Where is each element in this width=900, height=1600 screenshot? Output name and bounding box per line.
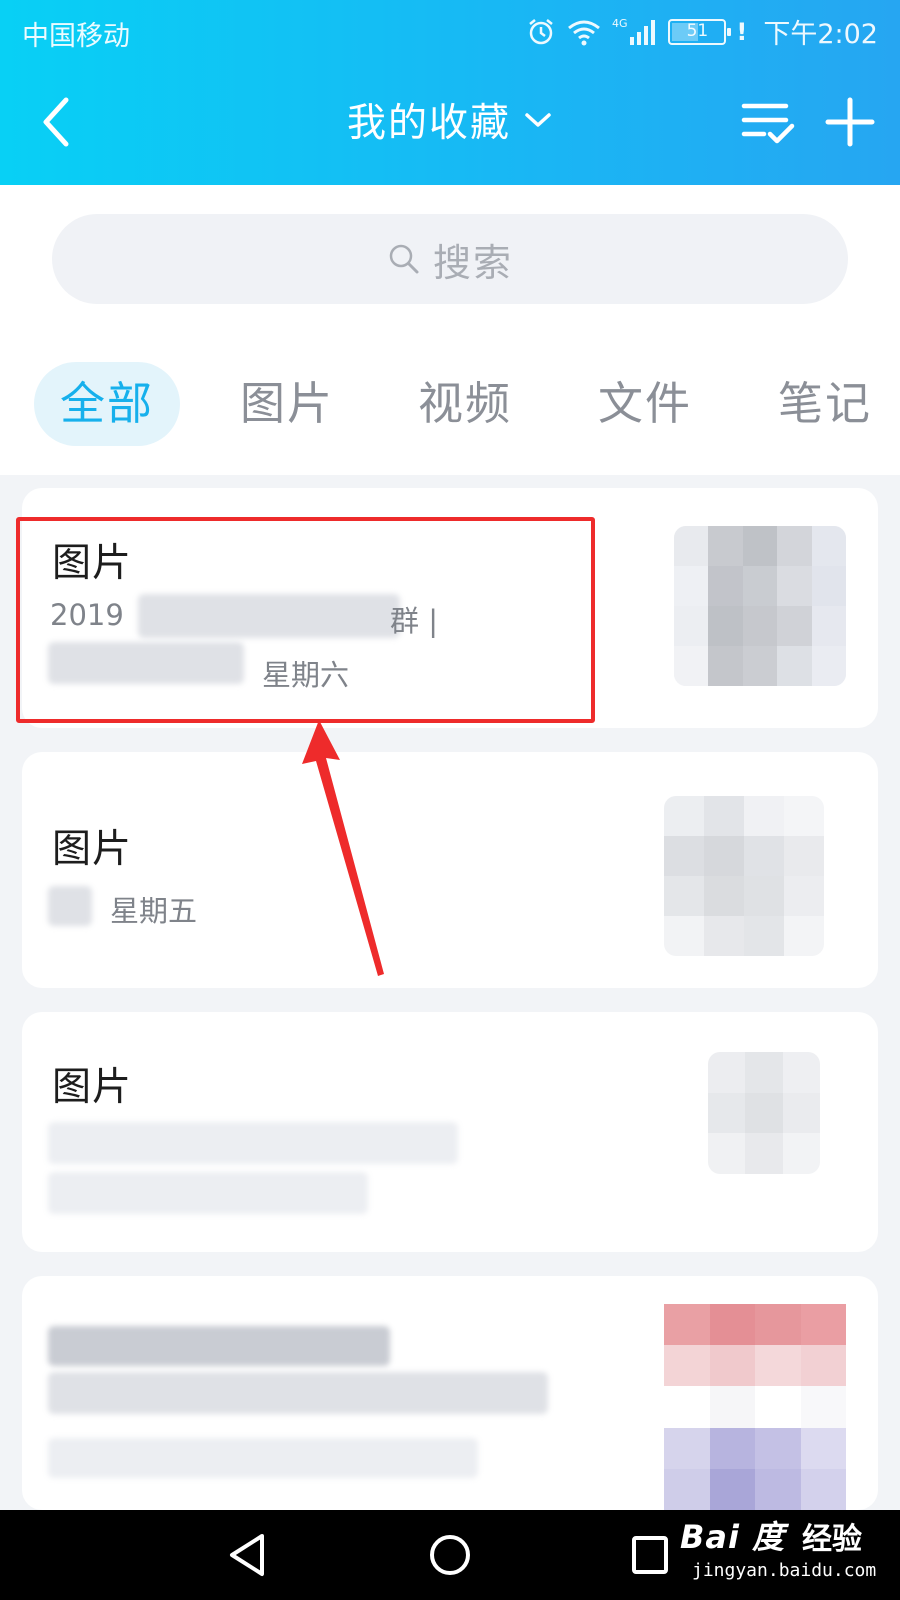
manage-list-icon[interactable] xyxy=(740,98,796,148)
annotation-arrow-icon xyxy=(302,720,384,976)
recents-square-icon[interactable] xyxy=(620,1528,680,1582)
tab-notes[interactable]: 笔记 xyxy=(778,362,872,446)
baidu-jingyan-watermark: Bai 度 经验 jingyan.baidu.com xyxy=(680,1512,890,1598)
category-tabs: 全部 图片 视频 文件 笔记 xyxy=(0,362,900,446)
search-icon xyxy=(389,244,419,274)
redacted-text xyxy=(48,886,92,926)
item-thumbnail xyxy=(664,796,824,956)
status-icons: 4G 51 ! 下午2:02 xyxy=(526,12,878,51)
redacted-text xyxy=(48,1438,478,1478)
tab-files[interactable]: 文件 xyxy=(598,362,692,446)
status-bar: 中国移动 4G 51 ! 下午2:02 xyxy=(0,0,900,62)
item-thumbnail xyxy=(664,1304,846,1510)
item-thumbnail xyxy=(708,1052,820,1174)
favorite-item[interactable]: 图片 星期五 xyxy=(22,752,878,988)
app-header: 中国移动 4G 51 ! 下午2:02 我的收藏 xyxy=(0,0,900,185)
nav-bar: 我的收藏 xyxy=(0,62,900,185)
chevron-down-icon xyxy=(525,113,551,127)
search-input[interactable]: 搜索 xyxy=(52,214,848,304)
back-triangle-icon[interactable] xyxy=(218,1528,278,1582)
highlight-box xyxy=(16,517,595,723)
redacted-text xyxy=(48,1372,548,1414)
wifi-icon xyxy=(568,20,601,45)
item-day: 星期五 xyxy=(110,894,198,928)
favorite-item[interactable]: 图片 xyxy=(22,1012,878,1252)
battery-alert-icon: ! xyxy=(736,17,748,46)
signal-icon: 4G xyxy=(612,17,656,45)
redacted-text xyxy=(48,1122,458,1164)
watermark-logo: Bai 度 xyxy=(680,1518,786,1556)
tab-images[interactable]: 图片 xyxy=(240,362,334,446)
add-icon[interactable] xyxy=(824,96,876,148)
item-title: 图片 xyxy=(52,1065,133,1110)
item-thumbnail xyxy=(674,526,846,686)
battery-icon: 51 xyxy=(668,18,732,45)
carrier-name: 中国移动 xyxy=(22,21,130,52)
status-time: 下午2:02 xyxy=(763,19,878,50)
battery-level: 51 xyxy=(686,20,709,41)
page-title: 我的收藏 xyxy=(346,101,511,146)
watermark-label: 经验 xyxy=(802,1522,862,1557)
redacted-text xyxy=(48,1326,390,1366)
tab-videos[interactable]: 视频 xyxy=(418,362,512,446)
alarm-icon xyxy=(529,18,554,44)
network-type: 4G xyxy=(612,17,628,30)
home-circle-icon[interactable] xyxy=(420,1528,480,1582)
watermark-url: jingyan.baidu.com xyxy=(692,1560,877,1581)
favorite-item[interactable] xyxy=(22,1276,878,1510)
search-placeholder: 搜索 xyxy=(432,240,513,285)
tab-all[interactable]: 全部 xyxy=(34,362,181,446)
item-title: 图片 xyxy=(52,827,133,872)
redacted-text xyxy=(48,1172,368,1214)
